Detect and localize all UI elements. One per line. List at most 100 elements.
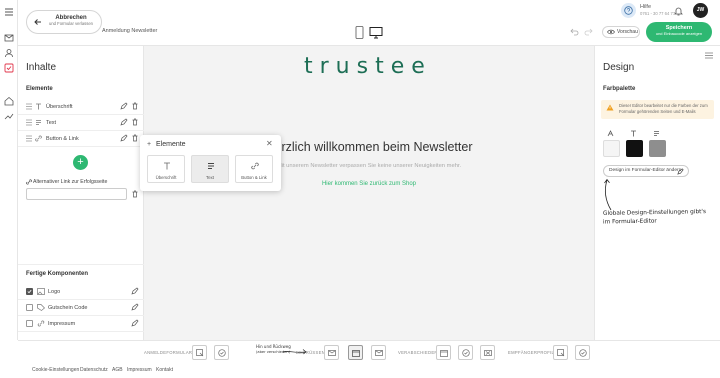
- eye-icon: [607, 29, 615, 35]
- footer-link-imprint[interactable]: Impressum: [127, 367, 152, 373]
- popup-title: Elemente: [156, 141, 186, 148]
- list-icon[interactable]: [705, 52, 713, 59]
- add-element-button[interactable]: +: [73, 155, 88, 170]
- stage-goodbye-page[interactable]: [436, 345, 451, 360]
- footer-link-terms[interactable]: AGB: [112, 367, 123, 373]
- trash-icon[interactable]: [131, 102, 139, 110]
- component-checkbox[interactable]: [26, 320, 33, 327]
- help-title: Hilfe: [640, 4, 652, 10]
- drag-handle-icon[interactable]: [26, 103, 32, 110]
- calendar-icon: [440, 350, 448, 357]
- element-row-text[interactable]: Text: [18, 115, 144, 131]
- form-check-icon[interactable]: [3, 62, 15, 74]
- component-row-imprint[interactable]: Impressum: [18, 316, 144, 332]
- tile-button-link[interactable]: Button & Link: [235, 155, 273, 183]
- component-row-logo[interactable]: Logo: [18, 284, 144, 300]
- footer-link-cookies[interactable]: Cookie-Einstellungen: [32, 367, 79, 373]
- element-label: Text: [46, 120, 57, 126]
- paragraph-color-icon: [654, 131, 659, 136]
- link-icon: [251, 162, 259, 170]
- component-checkbox[interactable]: [26, 288, 33, 295]
- tag-icon: [37, 304, 45, 311]
- text-heading-icon: [36, 103, 41, 110]
- handwritten-note-line1: Globale Design-Einstellungen gibt's: [602, 209, 707, 217]
- color-swatch-text[interactable]: [626, 140, 643, 157]
- mail-icon: [375, 350, 383, 356]
- trash-icon[interactable]: [131, 118, 139, 126]
- element-row-heading[interactable]: Überschrift: [18, 99, 144, 115]
- mail-icon[interactable]: [3, 32, 15, 44]
- component-checkbox[interactable]: [26, 304, 33, 311]
- left-rail: [0, 0, 18, 340]
- pencil-icon[interactable]: [131, 303, 139, 311]
- alt-link-input[interactable]: [26, 188, 127, 200]
- stage-welcome-mail[interactable]: [324, 345, 339, 360]
- brand-logo[interactable]: trustee: [304, 54, 432, 79]
- footer-link-privacy[interactable]: Datenschutz: [80, 367, 108, 373]
- color-swatch-secondary[interactable]: [649, 140, 666, 157]
- pencil-icon: [677, 168, 684, 175]
- stage-profile-page[interactable]: [553, 345, 568, 360]
- check-circle-icon: [218, 349, 226, 357]
- desktop-view-icon[interactable]: [369, 27, 383, 39]
- drag-handle-icon[interactable]: [26, 135, 32, 142]
- stage-signup-success[interactable]: [214, 345, 229, 360]
- stage-signup-page[interactable]: [192, 345, 207, 360]
- user-icon[interactable]: [3, 47, 15, 59]
- plus-icon: +: [147, 141, 152, 148]
- bell-icon[interactable]: [674, 6, 683, 16]
- tile-label: Überschrift: [155, 175, 177, 180]
- save-button-subtitle: und Einbaucode anzeigen: [655, 31, 703, 36]
- tile-label: Button & Link: [241, 175, 267, 180]
- component-label: Impressum: [48, 321, 76, 327]
- palette-heading: Farbpalette: [603, 86, 636, 92]
- stage-welcome-page[interactable]: [348, 345, 363, 360]
- help-phone: 0761 - 30 77 64 77: [640, 11, 676, 16]
- component-label: Logo: [48, 289, 61, 295]
- mobile-view-icon[interactable]: [355, 26, 364, 39]
- footer-link-contact[interactable]: Kontakt: [156, 367, 173, 373]
- tile-heading[interactable]: Überschrift: [147, 155, 185, 183]
- trash-icon[interactable]: [131, 190, 139, 198]
- form-page-icon: [557, 349, 565, 357]
- content-panel: Inhalte Elemente Überschrift Text Button…: [18, 46, 144, 340]
- pencil-icon[interactable]: [131, 287, 139, 295]
- paragraph-icon: [208, 163, 214, 169]
- close-icon[interactable]: ✕: [266, 139, 273, 148]
- pencil-icon[interactable]: [131, 319, 139, 327]
- trash-icon[interactable]: [131, 134, 139, 142]
- open-form-editor-button[interactable]: Design im Formular-Editor ändern: [603, 165, 689, 177]
- handwritten-arrow: [604, 178, 612, 211]
- open-form-editor-label: Design im Formular-Editor ändern: [609, 168, 682, 173]
- preview-button[interactable]: Vorschau: [602, 26, 640, 38]
- form-page-icon: [196, 349, 204, 357]
- stage-welcome-confirm[interactable]: [371, 345, 386, 360]
- stage-label-profile: EMPFÄNGERPROFIL: [508, 350, 555, 355]
- element-row-button-link[interactable]: Button & Link: [18, 131, 144, 147]
- components-heading: Fertige Komponenten: [26, 271, 89, 277]
- pencil-icon[interactable]: [120, 134, 128, 142]
- stage-goodbye-success[interactable]: [458, 345, 473, 360]
- drag-handle-icon[interactable]: [26, 119, 32, 126]
- redo-icon[interactable]: [584, 28, 593, 36]
- cancel-button-subtitle: und Formular verlassen: [49, 21, 93, 26]
- menu-icon[interactable]: [3, 6, 15, 18]
- help-button[interactable]: [621, 3, 636, 18]
- avatar[interactable]: JW: [693, 3, 708, 18]
- divider: [18, 264, 144, 265]
- stage-goodbye-mail[interactable]: [480, 345, 495, 360]
- stage-profile-success[interactable]: [575, 345, 590, 360]
- stats-icon[interactable]: [3, 110, 15, 122]
- tile-text[interactable]: Text: [191, 155, 229, 183]
- home-icon[interactable]: [3, 95, 15, 107]
- tile-label: Text: [206, 175, 214, 180]
- warning-icon: [606, 104, 614, 111]
- pencil-icon[interactable]: [120, 118, 128, 126]
- link-icon: [26, 179, 32, 185]
- save-button[interactable]: Speichern und Einbaucode anzeigen: [646, 22, 712, 42]
- pencil-icon[interactable]: [120, 102, 128, 110]
- color-swatch-background[interactable]: [603, 140, 620, 157]
- undo-icon[interactable]: [570, 28, 579, 36]
- cancel-button[interactable]: Abbrechen und Formular verlassen: [26, 10, 102, 34]
- component-row-voucher[interactable]: Gutschein Code: [18, 300, 144, 316]
